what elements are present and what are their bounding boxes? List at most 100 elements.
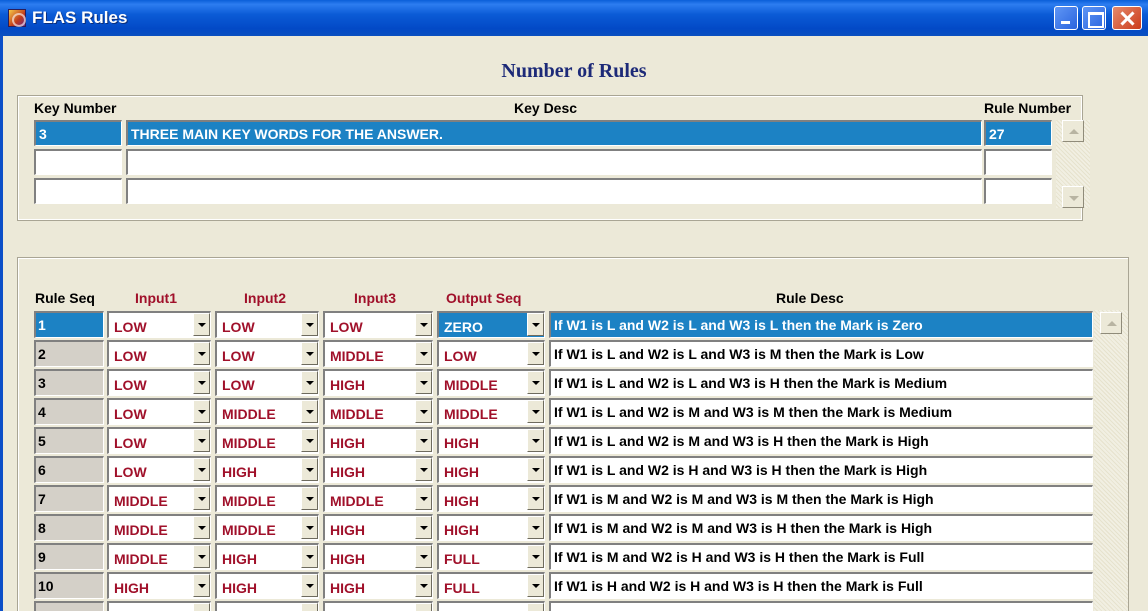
- chevron-down-icon[interactable]: [415, 545, 432, 568]
- input2-select[interactable]: MIDDLE: [215, 485, 319, 512]
- input2-select[interactable]: MIDDLE: [215, 398, 319, 425]
- chevron-down-icon[interactable]: [415, 371, 432, 394]
- input2-select[interactable]: LOW: [215, 340, 319, 367]
- input1-select[interactable]: HIGH: [107, 572, 211, 599]
- output-seq-select[interactable]: HIGH: [437, 427, 545, 454]
- maximize-button[interactable]: [1082, 6, 1106, 30]
- chevron-down-icon[interactable]: [301, 371, 318, 394]
- chevron-down-icon[interactable]: [415, 487, 432, 510]
- input1-select[interactable]: LOW: [107, 398, 211, 425]
- chevron-down-icon[interactable]: [527, 342, 544, 365]
- rule-seq-cell[interactable]: 6: [34, 456, 104, 483]
- input2-select[interactable]: [215, 601, 319, 611]
- input1-select[interactable]: MIDDLE: [107, 514, 211, 541]
- scroll-up-icon[interactable]: [1062, 120, 1084, 142]
- output-seq-select[interactable]: HIGH: [437, 514, 545, 541]
- chevron-down-icon[interactable]: [193, 545, 210, 568]
- input2-select[interactable]: HIGH: [215, 456, 319, 483]
- rule-desc-field[interactable]: If W1 is L and W2 is L and W3 is H then …: [549, 369, 1093, 396]
- rule-desc-field[interactable]: If W1 is L and W2 is H and W3 is H then …: [549, 456, 1093, 483]
- rule-seq-cell[interactable]: 10: [34, 572, 104, 599]
- input3-select[interactable]: LOW: [323, 311, 433, 338]
- key-vertical-scrollbar[interactable]: [1056, 120, 1090, 208]
- output-seq-select[interactable]: MIDDLE: [437, 398, 545, 425]
- rule-seq-cell[interactable]: 1: [34, 311, 104, 338]
- chevron-down-icon[interactable]: [301, 313, 318, 336]
- chevron-down-icon[interactable]: [193, 342, 210, 365]
- output-seq-select[interactable]: LOW: [437, 340, 545, 367]
- close-button[interactable]: [1112, 6, 1142, 30]
- chevron-down-icon[interactable]: [301, 400, 318, 423]
- rule-desc-field[interactable]: If W1 is M and W2 is M and W3 is H then …: [549, 514, 1093, 541]
- output-seq-select[interactable]: [437, 601, 545, 611]
- input3-select[interactable]: MIDDLE: [323, 398, 433, 425]
- rule-seq-cell[interactable]: 2: [34, 340, 104, 367]
- rule-seq-cell[interactable]: 4: [34, 398, 104, 425]
- input3-select[interactable]: HIGH: [323, 456, 433, 483]
- rule-number-field[interactable]: [984, 178, 1052, 204]
- rule-seq-cell[interactable]: 3: [34, 369, 104, 396]
- chevron-down-icon[interactable]: [527, 603, 544, 611]
- chevron-down-icon[interactable]: [415, 574, 432, 597]
- chevron-down-icon[interactable]: [527, 487, 544, 510]
- key-number-field[interactable]: [34, 149, 122, 175]
- chevron-down-icon[interactable]: [193, 603, 210, 611]
- minimize-button[interactable]: [1054, 6, 1078, 30]
- input3-select[interactable]: MIDDLE: [323, 340, 433, 367]
- input3-select[interactable]: HIGH: [323, 572, 433, 599]
- input1-select[interactable]: MIDDLE: [107, 543, 211, 570]
- rule-number-field[interactable]: [984, 149, 1052, 175]
- chevron-down-icon[interactable]: [527, 400, 544, 423]
- chevron-down-icon[interactable]: [527, 516, 544, 539]
- input2-select[interactable]: HIGH: [215, 543, 319, 570]
- input1-select[interactable]: MIDDLE: [107, 485, 211, 512]
- rule-seq-cell[interactable]: 5: [34, 427, 104, 454]
- scroll-down-icon[interactable]: [1062, 186, 1084, 208]
- key-desc-field[interactable]: THREE MAIN KEY WORDS FOR THE ANSWER.: [126, 120, 982, 146]
- rule-number-field[interactable]: 27: [984, 120, 1052, 146]
- input1-select[interactable]: LOW: [107, 311, 211, 338]
- input1-select[interactable]: [107, 601, 211, 611]
- output-seq-select[interactable]: HIGH: [437, 485, 545, 512]
- chevron-down-icon[interactable]: [193, 458, 210, 481]
- chevron-down-icon[interactable]: [415, 458, 432, 481]
- chevron-down-icon[interactable]: [193, 487, 210, 510]
- chevron-down-icon[interactable]: [301, 603, 318, 611]
- chevron-down-icon[interactable]: [415, 313, 432, 336]
- chevron-down-icon[interactable]: [301, 545, 318, 568]
- rule-desc-field[interactable]: [549, 601, 1093, 611]
- key-desc-field[interactable]: [126, 149, 982, 175]
- key-number-field[interactable]: 3: [34, 120, 122, 146]
- rule-seq-cell[interactable]: [34, 601, 104, 611]
- chevron-down-icon[interactable]: [527, 545, 544, 568]
- input2-select[interactable]: MIDDLE: [215, 514, 319, 541]
- input3-select[interactable]: [323, 601, 433, 611]
- input2-select[interactable]: LOW: [215, 369, 319, 396]
- chevron-down-icon[interactable]: [415, 400, 432, 423]
- input3-select[interactable]: HIGH: [323, 514, 433, 541]
- chevron-down-icon[interactable]: [193, 429, 210, 452]
- chevron-down-icon[interactable]: [415, 603, 432, 611]
- rule-desc-field[interactable]: If W1 is H and W2 is H and W3 is H then …: [549, 572, 1093, 599]
- chevron-down-icon[interactable]: [193, 313, 210, 336]
- chevron-down-icon[interactable]: [193, 516, 210, 539]
- chevron-down-icon[interactable]: [301, 516, 318, 539]
- input3-select[interactable]: HIGH: [323, 427, 433, 454]
- rule-desc-field[interactable]: If W1 is L and W2 is M and W3 is H then …: [549, 427, 1093, 454]
- input2-select[interactable]: HIGH: [215, 572, 319, 599]
- chevron-down-icon[interactable]: [193, 400, 210, 423]
- input1-select[interactable]: LOW: [107, 340, 211, 367]
- rule-desc-field[interactable]: If W1 is M and W2 is H and W3 is H then …: [549, 543, 1093, 570]
- rule-desc-field[interactable]: If W1 is M and W2 is M and W3 is M then …: [549, 485, 1093, 512]
- rule-desc-field[interactable]: If W1 is L and W2 is L and W3 is M then …: [549, 340, 1093, 367]
- rule-seq-cell[interactable]: 9: [34, 543, 104, 570]
- chevron-down-icon[interactable]: [193, 574, 210, 597]
- key-desc-field[interactable]: [126, 178, 982, 204]
- chevron-down-icon[interactable]: [527, 429, 544, 452]
- output-seq-select[interactable]: ZERO: [437, 311, 545, 338]
- chevron-down-icon[interactable]: [301, 574, 318, 597]
- output-seq-select[interactable]: HIGH: [437, 456, 545, 483]
- rule-seq-cell[interactable]: 7: [34, 485, 104, 512]
- chevron-down-icon[interactable]: [415, 429, 432, 452]
- key-number-field[interactable]: [34, 178, 122, 204]
